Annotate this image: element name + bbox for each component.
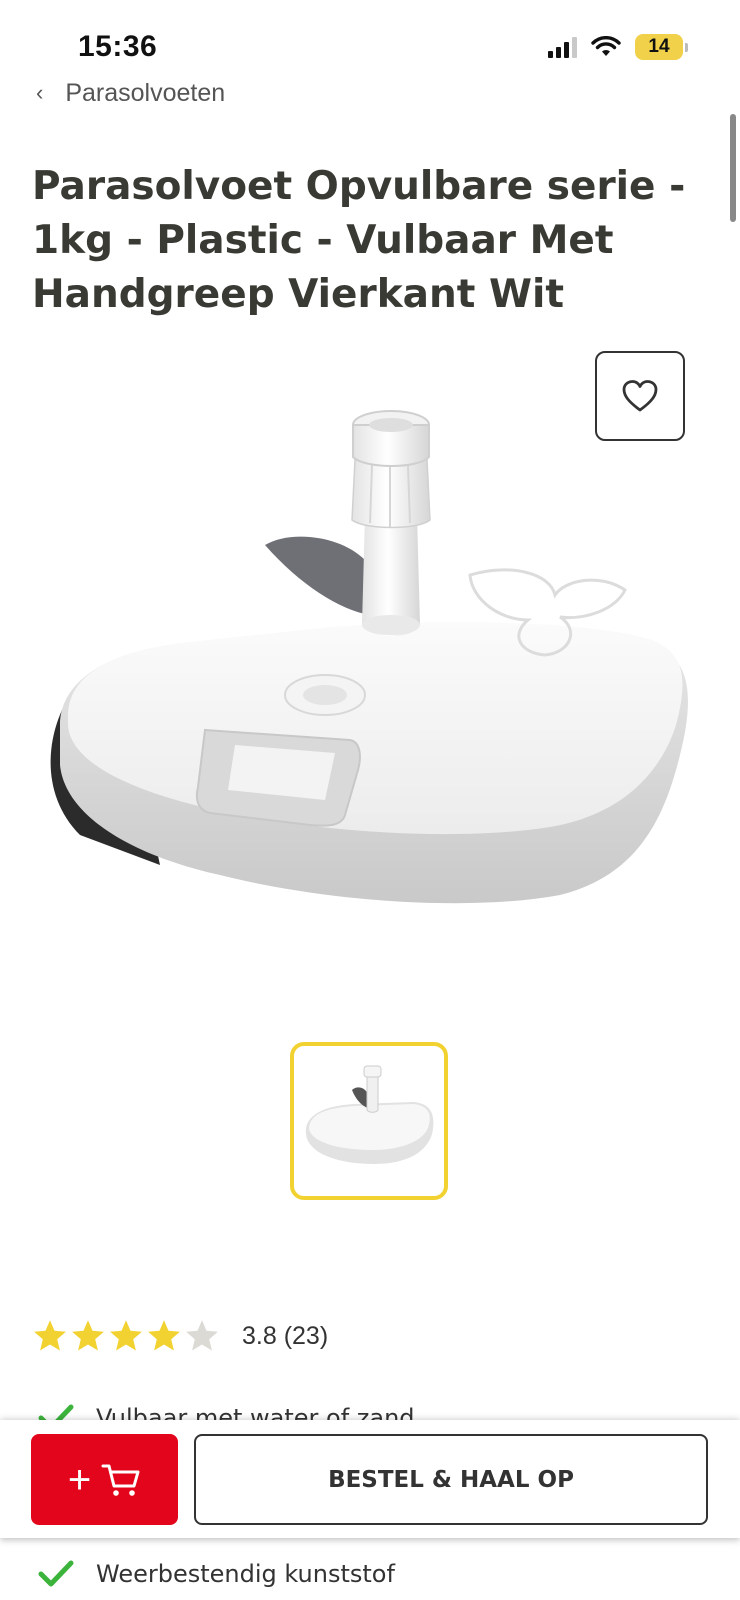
usp-text: Weerbestendig kunststof: [96, 1560, 395, 1588]
signal-bars-icon: [548, 36, 577, 58]
product-rating[interactable]: 3.8 (23): [32, 1318, 328, 1354]
battery-icon: 14: [635, 34, 688, 60]
star-filled-icon: [34, 1320, 66, 1351]
chevron-left-icon[interactable]: ‹: [36, 80, 43, 106]
scrollbar[interactable]: [730, 114, 736, 222]
status-time: 15:36: [78, 30, 158, 63]
shopping-cart-icon: [101, 1464, 140, 1496]
add-to-cart-button[interactable]: +: [31, 1434, 178, 1525]
usp-item: Weerbestendig kunststof: [38, 1560, 395, 1588]
star-filled-icon: [72, 1320, 104, 1351]
star-empty-icon: [186, 1320, 218, 1351]
breadcrumb[interactable]: ‹ Parasolvoeten: [36, 78, 225, 108]
thumbnail-image: [305, 1065, 434, 1164]
star-filled-icon: [110, 1320, 142, 1351]
star-filled-icon: [148, 1320, 180, 1351]
status-icons: 14: [548, 34, 688, 60]
checkmark-icon: [38, 1560, 74, 1587]
order-and-pickup-button[interactable]: BESTEL & HAAL OP: [194, 1434, 708, 1525]
plus-icon: +: [67, 1457, 92, 1502]
action-bar: + BESTEL & HAAL OP: [0, 1420, 740, 1538]
image-thumbnail[interactable]: [290, 1042, 448, 1200]
breadcrumb-link[interactable]: Parasolvoeten: [65, 79, 225, 108]
battery-level: 14: [635, 34, 683, 60]
rating-stars: [32, 1318, 220, 1354]
page-title: Parasolvoet Opvulbare serie - 1kg - Plas…: [32, 164, 686, 317]
product-image[interactable]: [40, 395, 700, 935]
rating-score: 3.8 (23): [242, 1321, 329, 1350]
wifi-icon: [591, 36, 621, 56]
